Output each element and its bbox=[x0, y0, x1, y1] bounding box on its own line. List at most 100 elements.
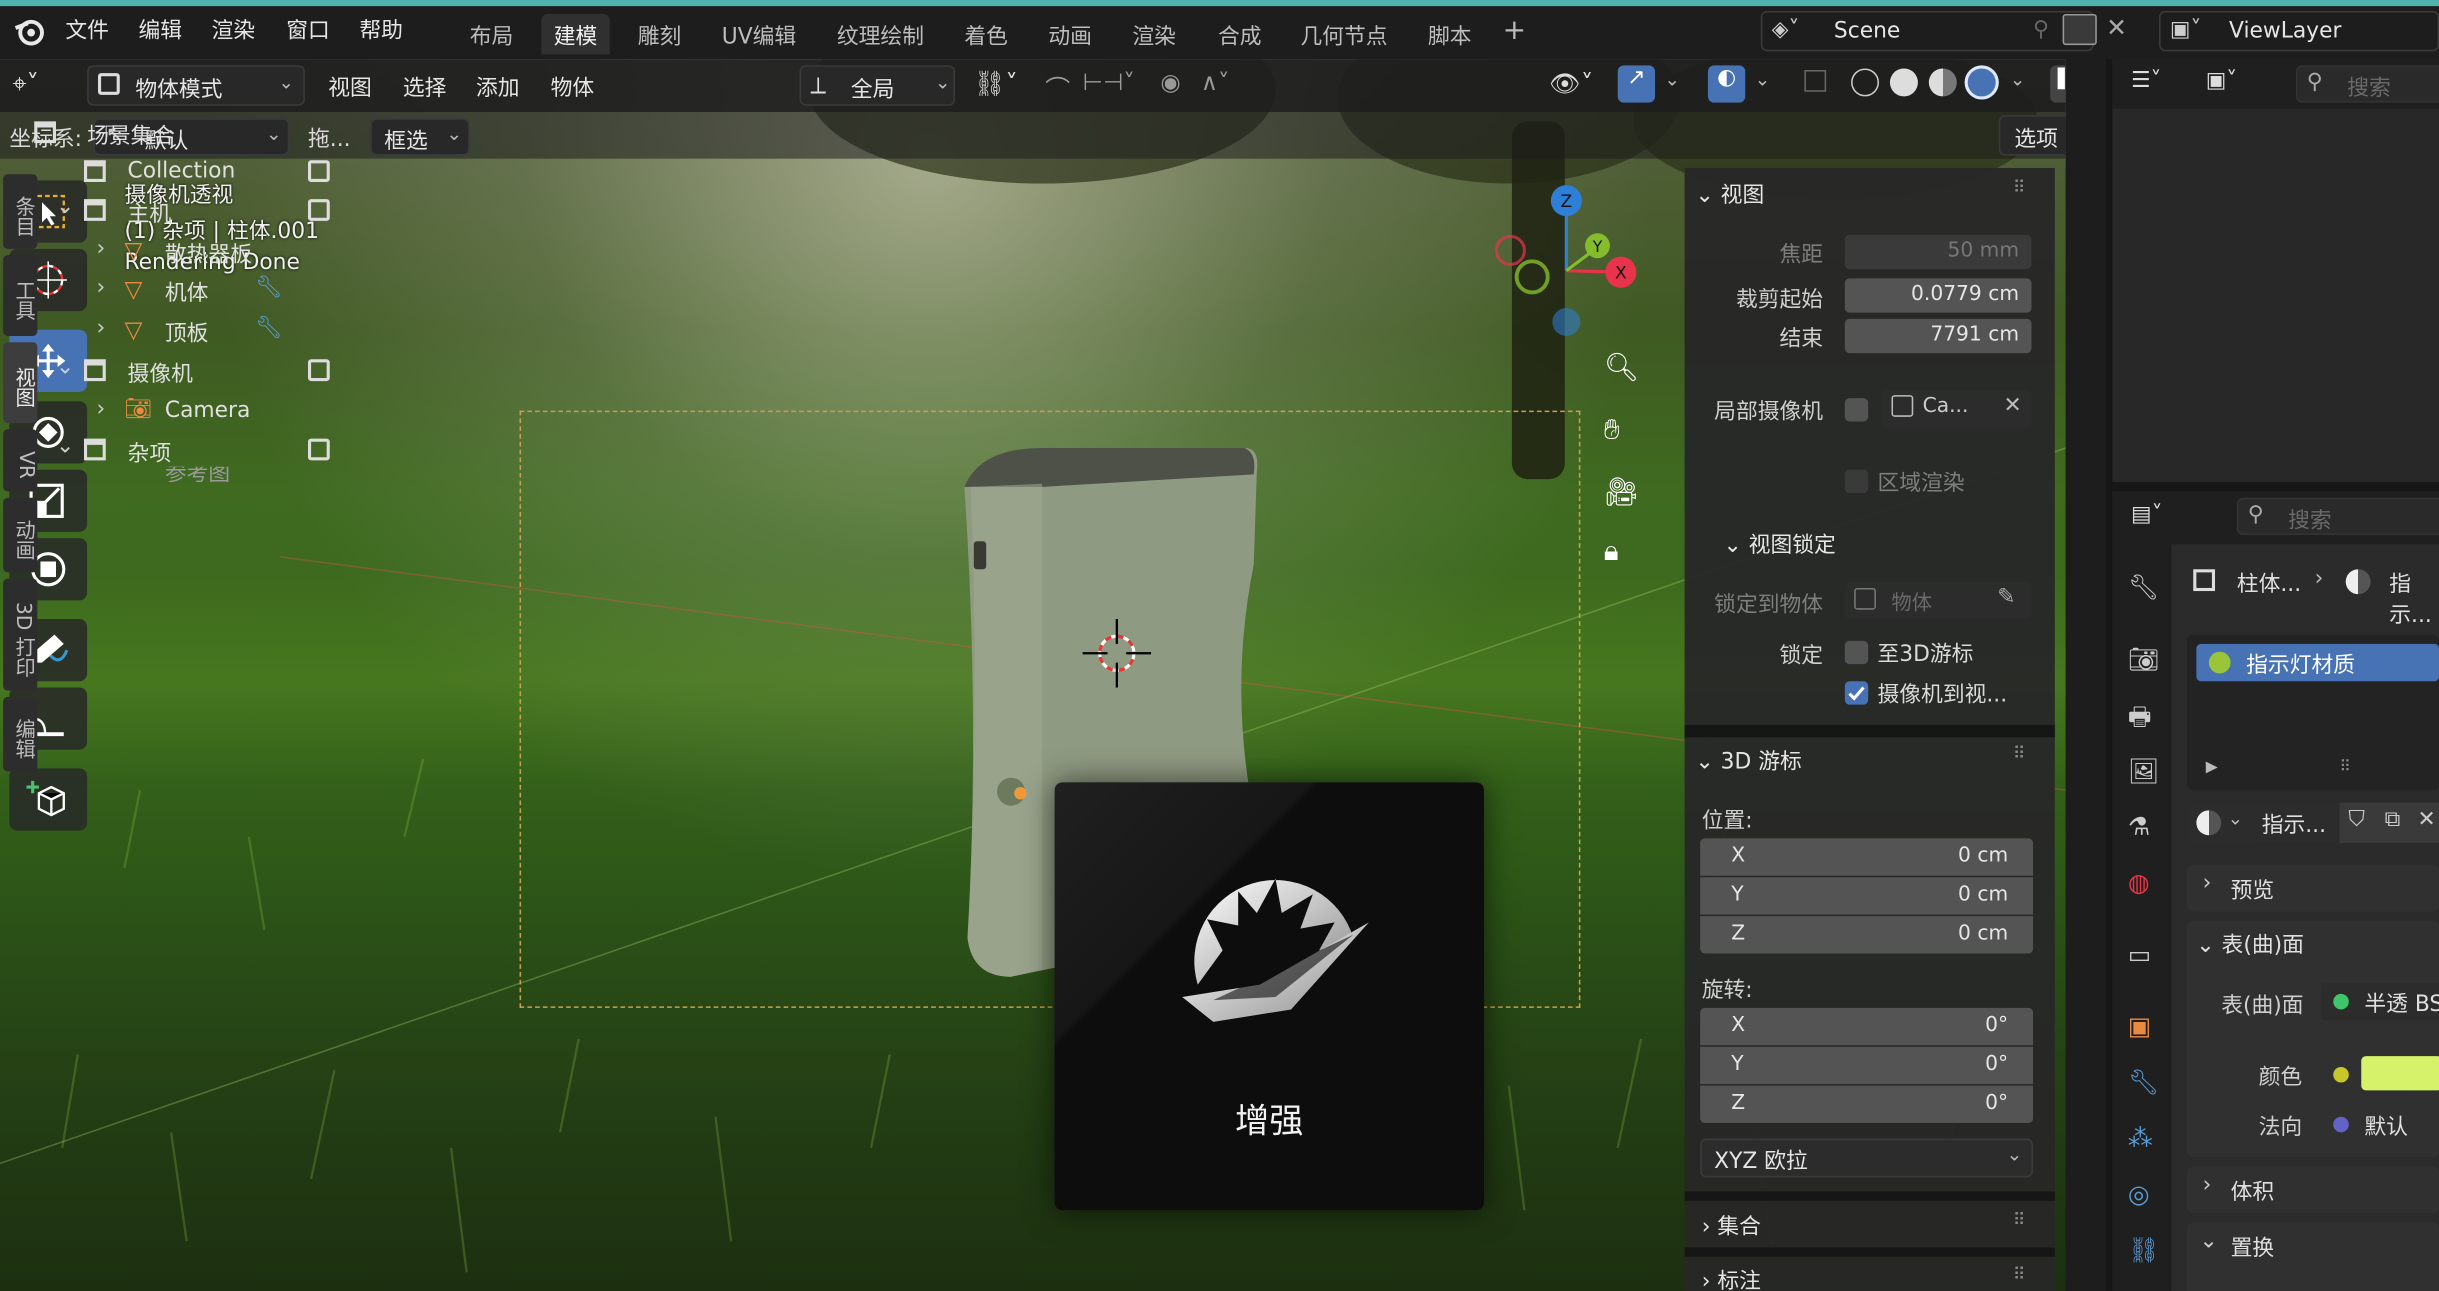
editor-divider[interactable] bbox=[2112, 482, 2439, 492]
tab-texture-paint[interactable]: 纹理绘制 bbox=[824, 14, 936, 54]
visibility-icon[interactable]: 👁˅ bbox=[1549, 68, 1593, 98]
outliner-row-host[interactable]: ⌄ 主机 bbox=[0, 193, 330, 232]
lock-icon[interactable]: 🔒︎ bbox=[1604, 535, 1641, 572]
cursor-rotation-x[interactable]: X 0° bbox=[1700, 1007, 2034, 1046]
pan-hand-icon[interactable]: ✋︎ bbox=[1604, 414, 1641, 451]
lock-object-field[interactable]: 物体 ✎ bbox=[1844, 581, 2032, 620]
drag-handle-icon[interactable]: ⠿ bbox=[2013, 177, 2026, 197]
cursor-rotation-y[interactable]: Y 0° bbox=[1700, 1046, 2034, 1085]
mode-selector[interactable]: 物体模式 ⌄ bbox=[87, 65, 305, 106]
wireframe-shading-icon[interactable] bbox=[1851, 68, 1880, 97]
outliner-editor-icon[interactable]: ☰˅ bbox=[2131, 68, 2161, 93]
options-button[interactable]: 选项 ⌄ bbox=[1998, 115, 2066, 156]
tab-animation[interactable]: 动画 bbox=[1036, 14, 1104, 54]
menu-window[interactable]: 窗口 bbox=[286, 14, 330, 45]
material-shading-icon[interactable] bbox=[1928, 68, 1957, 97]
tab-sculpt[interactable]: 雕刻 bbox=[625, 14, 693, 54]
clear-icon[interactable]: ✕ bbox=[2003, 394, 2021, 419]
checkbox-icon[interactable] bbox=[307, 438, 330, 461]
blender-logo-icon[interactable] bbox=[12, 16, 46, 47]
particles-tab-icon[interactable]: ⁂ bbox=[2128, 1123, 2153, 1153]
cursor-location-z[interactable]: Z 0 cm bbox=[1700, 916, 2034, 954]
cursor-rotation-z[interactable]: Z 0° bbox=[1700, 1085, 2034, 1123]
viewlayer-selector[interactable]: ▣˅ ViewLayer bbox=[2159, 10, 2439, 52]
physics-tab-icon[interactable]: ◎ bbox=[2128, 1179, 2150, 1209]
world-tab-icon[interactable]: ◍ bbox=[2128, 868, 2150, 898]
displacement-panel[interactable]: ⌄ 置换 bbox=[2187, 1222, 2439, 1291]
modifier-tab-icon[interactable]: 🔧︎ bbox=[2128, 1067, 2160, 1097]
output-tab-icon[interactable]: 🖶︎ bbox=[2128, 700, 2152, 742]
chevron-down-icon[interactable]: ⌄ bbox=[1664, 68, 1680, 90]
unlink-material-icon[interactable]: ✕ bbox=[2411, 802, 2439, 844]
normal-value[interactable]: 默认 bbox=[2364, 1111, 2408, 1142]
color-swatch[interactable] bbox=[2361, 1056, 2439, 1091]
collection-tab-icon[interactable]: ▭ bbox=[2128, 939, 2152, 969]
drag-handle-icon[interactable]: ⠿ bbox=[2013, 1210, 2026, 1230]
menu-view[interactable]: 视图 bbox=[328, 72, 372, 103]
tab-layout[interactable]: 布局 bbox=[457, 14, 525, 54]
outliner-row-reference[interactable]: 参考图 bbox=[0, 467, 327, 483]
chevron-down-icon[interactable]: ⌄ bbox=[56, 194, 74, 219]
properties-editor-icon[interactable]: ▤˅ bbox=[2131, 502, 2162, 527]
enhance-overlay[interactable]: 增强 bbox=[1054, 782, 1484, 1211]
new-scene-icon[interactable] bbox=[2062, 13, 2097, 46]
zoom-icon[interactable]: 🔍︎ bbox=[1604, 352, 1641, 389]
view-layer-tab-icon[interactable]: 🖼︎ bbox=[2128, 756, 2160, 786]
expand-list-icon[interactable]: ▶ bbox=[2206, 759, 2218, 776]
tab-compositing[interactable]: 合成 bbox=[1206, 14, 1274, 54]
cursor-location-x[interactable]: X 0 cm bbox=[1700, 838, 2034, 876]
region-render-checkbox[interactable] bbox=[1844, 469, 1869, 494]
snap-icon[interactable]: ⌒ bbox=[1045, 68, 1070, 105]
outliner-row-collection[interactable]: Collection bbox=[0, 154, 330, 193]
local-camera-field[interactable]: Ca... ✕ bbox=[1882, 390, 2032, 428]
menu-render[interactable]: 渲染 bbox=[212, 14, 256, 45]
chevron-right-icon[interactable]: › bbox=[96, 275, 105, 300]
chevron-down-icon[interactable]: ⌄ bbox=[1755, 68, 1771, 90]
render-tab-icon[interactable]: 📷︎ bbox=[2128, 644, 2160, 674]
view-panel-header[interactable]: ⌄ 视图 bbox=[1695, 179, 1764, 210]
display-mode-icon[interactable]: ▣˅ bbox=[2206, 68, 2237, 93]
tab-uv[interactable]: UV编辑 bbox=[709, 14, 808, 54]
material-name-field[interactable]: 指示... bbox=[2249, 802, 2340, 844]
drag-handle-icon[interactable]: ⠿ bbox=[2339, 759, 2350, 776]
camera-view-icon[interactable]: 🎥︎ bbox=[1604, 476, 1641, 513]
chevron-right-icon[interactable]: › bbox=[96, 397, 105, 422]
tab-3d-print[interactable]: 3D 打印 bbox=[3, 578, 38, 691]
tab-animation-side[interactable]: 动画 bbox=[3, 497, 38, 573]
outliner-row-camera-collection[interactable]: ⌄ 摄像机 bbox=[0, 353, 330, 392]
preview-panel[interactable]: › 预览 bbox=[2187, 864, 2439, 912]
chevron-down-icon[interactable]: ⌄ bbox=[2010, 68, 2026, 90]
material-browse-button[interactable]: ⌄ bbox=[2187, 802, 2250, 844]
outliner-row-body[interactable]: › ▽ 机体 🔧︎ bbox=[0, 272, 327, 311]
clip-start-field[interactable]: 0.0779 cm bbox=[1844, 278, 2032, 313]
navigation-gizmo[interactable]: Z Y X bbox=[1486, 180, 1642, 351]
overlay-toggle-icon[interactable]: ◐ bbox=[1707, 65, 1746, 103]
clip-end-field[interactable]: 7791 cm bbox=[1844, 318, 2032, 354]
chevron-down-icon[interactable]: ⌄ bbox=[56, 434, 74, 459]
object-tab-icon[interactable]: ▣ bbox=[2128, 1011, 2152, 1041]
select-mode-selector[interactable]: 框选 ⌄ bbox=[370, 118, 470, 156]
volume-panel[interactable]: › 体积 bbox=[2187, 1166, 2439, 1214]
lock-to-cursor-checkbox[interactable] bbox=[1844, 640, 1869, 665]
menu-object[interactable]: 物体 bbox=[551, 72, 595, 103]
tab-modeling[interactable]: 建模 bbox=[541, 13, 610, 55]
checkbox-icon[interactable] bbox=[307, 160, 330, 182]
surface-shader-field[interactable]: 半透 BS bbox=[2320, 983, 2439, 1021]
tab-scripting[interactable]: 脚本 bbox=[1416, 14, 1484, 54]
chevron-down-icon[interactable]: ⌄ bbox=[56, 355, 74, 380]
outliner-row-top-plate[interactable]: › ▽ 顶板 🔧︎ bbox=[0, 313, 327, 352]
proportional-edit-icon[interactable]: ◉ bbox=[1160, 68, 1180, 96]
annotation-panel-header[interactable]: › 标注 bbox=[1702, 1265, 1761, 1291]
add-cube-tool[interactable] bbox=[9, 768, 88, 831]
material-slot-item[interactable]: 指示灯材质 bbox=[2196, 643, 2439, 682]
scene-selector[interactable]: ◈˅ Scene ⚲ bbox=[1760, 10, 2094, 52]
constraints-tab-icon[interactable]: ⛓ bbox=[2128, 1235, 2160, 1265]
menu-select[interactable]: 选择 bbox=[403, 72, 447, 103]
local-camera-checkbox[interactable] bbox=[1844, 398, 1869, 422]
transform-orientation-selector[interactable]: ⟂ 全局 ⌄ bbox=[799, 65, 956, 106]
lock-camera-checkbox[interactable] bbox=[1844, 681, 1869, 705]
chevron-right-icon[interactable]: › bbox=[96, 316, 105, 341]
scene-tab-icon[interactable]: ⚗ bbox=[2128, 812, 2150, 842]
collection-panel-header[interactable]: › 集合 bbox=[1702, 1210, 1761, 1241]
falloff-icon[interactable]: ∧˅ bbox=[1201, 68, 1230, 96]
